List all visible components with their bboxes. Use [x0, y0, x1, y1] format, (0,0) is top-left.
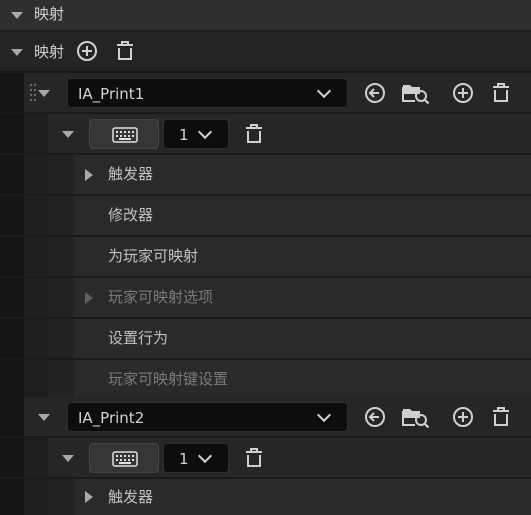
trash-icon	[117, 41, 133, 60]
add-key-button[interactable]	[452, 82, 474, 104]
key-mapping-row: 1	[0, 438, 531, 478]
drag-handle-icon[interactable]	[29, 83, 37, 103]
action-row: IA_Print2	[0, 397, 531, 437]
expand-triangle-icon[interactable]	[85, 292, 93, 304]
remove-key-button[interactable]	[243, 447, 265, 469]
player-mappable-label: 为玩家可映射	[108, 247, 199, 265]
remove-action-button[interactable]	[490, 406, 512, 428]
collapse-triangle-icon[interactable]	[11, 12, 23, 19]
browse-asset-button[interactable]	[402, 81, 430, 105]
folder-search-icon	[402, 85, 430, 105]
key-count-value: 1	[179, 126, 189, 144]
collapse-triangle-icon[interactable]	[11, 49, 23, 56]
key-count-dropdown[interactable]: 1	[163, 443, 229, 473]
section-title: 映射	[34, 5, 65, 23]
use-selected-asset-button[interactable]	[364, 406, 386, 428]
behavior-label: 设置行为	[108, 329, 169, 347]
section-header[interactable]: 映射	[0, 0, 531, 31]
trash-icon	[246, 448, 262, 467]
input-action-dropdown[interactable]: IA_Print1	[67, 78, 348, 108]
chevron-down-icon	[316, 407, 332, 423]
mappings-row: 映射	[0, 32, 531, 72]
key-selector-button[interactable]	[89, 119, 159, 149]
chevron-down-icon	[316, 83, 332, 99]
player-mappable-key-settings-row[interactable]: 玩家可映射键设置	[0, 360, 531, 400]
triggers-label: 触发器	[108, 165, 154, 183]
action-row: IA_Print1	[0, 73, 531, 113]
player-mappable-options-label: 玩家可映射选项	[108, 288, 214, 306]
behavior-row[interactable]: 设置行为	[0, 319, 531, 359]
folder-search-icon	[402, 409, 430, 429]
trash-icon	[493, 407, 509, 426]
trash-icon	[246, 124, 262, 143]
key-count-dropdown[interactable]: 1	[163, 119, 229, 149]
mappings-label: 映射	[34, 43, 65, 61]
collapse-triangle-icon[interactable]	[38, 414, 50, 421]
triggers-label: 触发器	[108, 488, 154, 506]
player-mappable-key-settings-label: 玩家可映射键设置	[108, 370, 229, 388]
add-key-button[interactable]	[452, 406, 474, 428]
collapse-triangle-icon[interactable]	[38, 90, 50, 97]
key-count-value: 1	[179, 450, 189, 468]
collapse-triangle-icon[interactable]	[62, 455, 74, 462]
use-selected-asset-button[interactable]	[364, 82, 386, 104]
plus-circle-icon	[77, 41, 97, 61]
keyboard-icon	[112, 127, 138, 143]
modifiers-label: 修改器	[108, 206, 154, 224]
chevron-down-icon	[197, 124, 213, 140]
expand-triangle-icon[interactable]	[85, 491, 93, 503]
key-mapping-row: 1	[0, 114, 531, 154]
back-arrow-circle-icon	[365, 407, 385, 427]
player-mappable-options-row[interactable]: 玩家可映射选项	[0, 278, 531, 318]
key-selector-button[interactable]	[89, 443, 159, 473]
triggers-row[interactable]: 触发器	[0, 479, 531, 515]
modifiers-row[interactable]: 修改器	[0, 196, 531, 236]
input-action-name: IA_Print2	[78, 409, 145, 427]
player-mappable-row[interactable]: 为玩家可映射	[0, 237, 531, 277]
chevron-down-icon	[197, 448, 213, 464]
input-action-dropdown[interactable]: IA_Print2	[67, 402, 348, 432]
remove-action-button[interactable]	[490, 82, 512, 104]
back-arrow-circle-icon	[365, 83, 385, 103]
keyboard-icon	[112, 451, 138, 467]
add-mapping-button[interactable]	[76, 40, 98, 62]
expand-triangle-icon[interactable]	[85, 169, 93, 181]
triggers-row[interactable]: 触发器	[0, 155, 531, 195]
plus-circle-icon	[453, 83, 473, 103]
plus-circle-icon	[453, 407, 473, 427]
input-action-name: IA_Print1	[78, 85, 145, 103]
collapse-triangle-icon[interactable]	[62, 131, 74, 138]
clear-mappings-button[interactable]	[114, 40, 136, 62]
trash-icon	[493, 83, 509, 102]
browse-asset-button[interactable]	[402, 405, 430, 429]
remove-key-button[interactable]	[243, 123, 265, 145]
